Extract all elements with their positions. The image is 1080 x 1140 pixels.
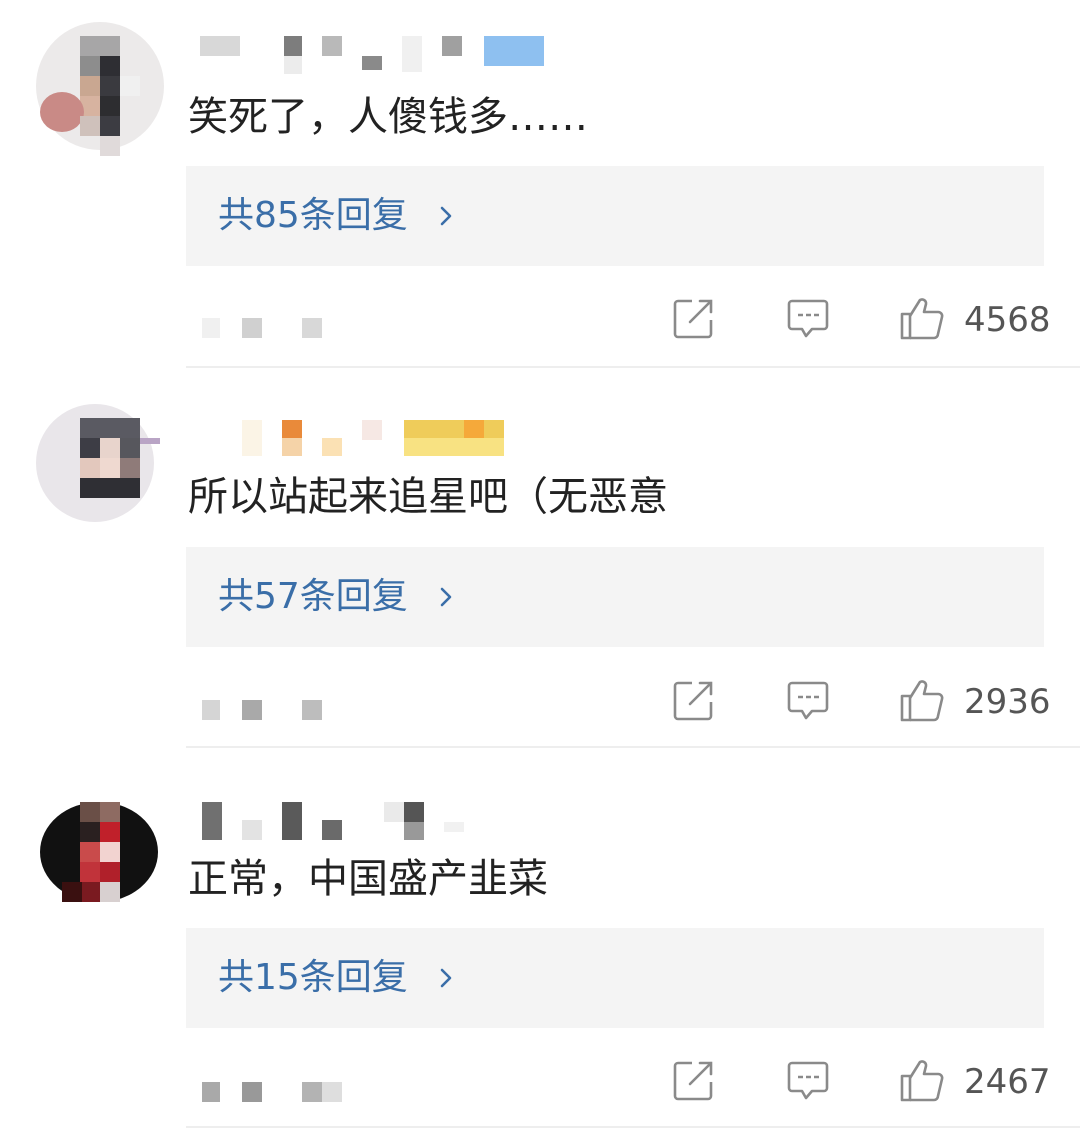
comment-item: 正常，中国盛产韭菜 共15条回复 2467 <box>0 760 1080 1140</box>
comment-meta: 4568 <box>0 290 1080 350</box>
thumbs-up-icon[interactable] <box>898 294 946 342</box>
timestamp-redacted <box>302 1082 322 1102</box>
share-icon[interactable] <box>672 678 716 722</box>
timestamp-redacted <box>202 700 220 720</box>
timestamp-redacted <box>202 318 220 338</box>
comment-icon[interactable] <box>786 296 830 340</box>
replies-count-label: 共15条回复 <box>218 957 408 998</box>
thumbs-up-icon[interactable] <box>898 676 946 724</box>
like-count: 4568 <box>964 300 1051 340</box>
comment-icon[interactable] <box>786 678 830 722</box>
timestamp-redacted <box>242 700 262 720</box>
username-redacted[interactable] <box>188 416 608 466</box>
avatar[interactable] <box>36 798 164 928</box>
replies-count-label: 共57条回复 <box>218 576 408 617</box>
comment-item: 笑死了，人傻钱多…… 共85条回复 4568 <box>0 0 1080 380</box>
timestamp-redacted <box>242 1082 262 1102</box>
chevron-right-icon <box>440 206 452 226</box>
chevron-right-icon <box>440 968 452 988</box>
timestamp-redacted <box>202 1082 220 1102</box>
timestamp-redacted <box>302 700 322 720</box>
comment-item: 所以站起来追星吧（无恶意 共57条回复 2936 <box>0 380 1080 760</box>
view-replies-button[interactable]: 共57条回复 <box>186 547 1044 647</box>
timestamp-redacted <box>322 1082 342 1102</box>
share-icon[interactable] <box>672 296 716 340</box>
like-count: 2936 <box>964 682 1051 722</box>
thumbs-up-icon[interactable] <box>898 1056 946 1104</box>
avatar[interactable] <box>36 404 164 534</box>
view-replies-button[interactable]: 共15条回复 <box>186 928 1044 1028</box>
username-redacted[interactable] <box>188 800 608 850</box>
timestamp-redacted <box>242 318 262 338</box>
comment-meta: 2936 <box>0 670 1080 730</box>
divider <box>186 1126 1080 1128</box>
username-redacted[interactable] <box>188 34 608 84</box>
divider <box>186 366 1080 368</box>
replies-count-label: 共85条回复 <box>218 195 408 236</box>
like-count: 2467 <box>964 1062 1051 1102</box>
share-icon[interactable] <box>672 1058 716 1102</box>
comment-icon[interactable] <box>786 1058 830 1102</box>
comment-text: 所以站起来追星吧（无恶意 <box>188 474 668 520</box>
comment-text: 笑死了，人傻钱多…… <box>188 94 588 140</box>
timestamp-redacted <box>302 318 322 338</box>
comment-text: 正常，中国盛产韭菜 <box>188 856 548 902</box>
comment-meta: 2467 <box>0 1050 1080 1110</box>
view-replies-button[interactable]: 共85条回复 <box>186 166 1044 266</box>
avatar[interactable] <box>36 22 164 156</box>
chevron-right-icon <box>440 587 452 607</box>
divider <box>186 746 1080 748</box>
